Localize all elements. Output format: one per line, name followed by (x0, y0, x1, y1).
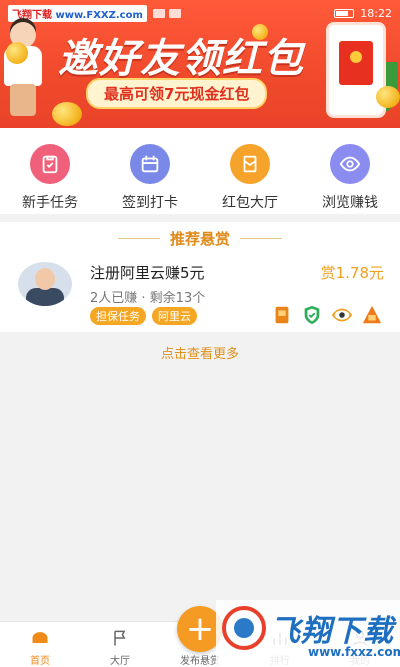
banner-title: 邀好友领红包 (58, 36, 304, 82)
nav-label: 红包大厅 (222, 195, 278, 211)
tag-aliyun: 阿里云 (152, 307, 197, 325)
task-tags: 担保任务 阿里云 (90, 307, 197, 325)
tab-hall[interactable]: 大厅 (80, 622, 160, 667)
character-illustration (0, 18, 52, 118)
eye-badge-icon (330, 304, 354, 326)
phone-red-packet-illustration (326, 22, 386, 118)
nav-checkin[interactable]: 签到打卡 (100, 128, 200, 214)
section-header: 推荐悬赏 (0, 222, 400, 254)
nav-label: 浏览赚钱 (322, 195, 378, 211)
nav-newbie-tasks[interactable]: 新手任务 (0, 128, 100, 214)
divider (117, 237, 160, 239)
watermark: 飞翔下载 www.fxxz.com (216, 600, 400, 667)
tab-label: 大厅 (110, 656, 130, 667)
avatar (18, 262, 72, 306)
shield-badge-icon (300, 304, 324, 326)
red-packet-icon (230, 144, 270, 184)
battery-icon (334, 8, 355, 18)
coin-icon (52, 102, 82, 126)
view-more-link[interactable]: 点击查看更多 (0, 343, 400, 362)
eye-icon (330, 144, 370, 184)
task-card[interactable]: 注册阿里云赚5元 赏1.78元 2人已赚 · 剩余13个 担保任务 阿里云 (0, 254, 400, 332)
nav-label: 新手任务 (22, 195, 78, 211)
nav-browse-earn[interactable]: 浏览赚钱 (300, 128, 400, 214)
divider (240, 237, 282, 239)
watermark-brand: 飞翔下载 (270, 614, 394, 649)
tab-label: 首页 (30, 656, 50, 667)
coin-icon (6, 42, 28, 64)
recommend-section: 推荐悬赏 注册阿里云赚5元 赏1.78元 2人已赚 · 剩余13个 担保任务 阿… (0, 222, 400, 332)
task-reward: 赏1.78元 (320, 264, 384, 282)
tag-guaranteed: 担保任务 (90, 307, 146, 325)
watermark-url: www.fxxz.com (308, 645, 400, 659)
top-badge-icon (360, 304, 384, 326)
clipboard-check-icon (30, 144, 70, 184)
task-title: 注册阿里云赚5元 (90, 264, 205, 282)
task-badges (270, 304, 384, 326)
tab-home[interactable]: 首页 (0, 622, 80, 667)
cup-badge-icon (270, 304, 294, 326)
coin-icon (376, 86, 400, 108)
quick-nav: 新手任务 签到打卡 红包大厅 浏览赚钱 (0, 128, 400, 214)
banner-subtitle: 最高可领7元现金红包 (86, 78, 268, 109)
home-icon (32, 632, 48, 643)
section-title: 推荐悬赏 (169, 229, 230, 248)
task-meta: 2人已赚 · 剩余13个 (90, 291, 206, 306)
nav-red-packet-hall[interactable]: 红包大厅 (200, 128, 300, 214)
calendar-icon (130, 144, 170, 184)
notification-icons (152, 8, 181, 18)
watermark-logo-icon (222, 606, 266, 650)
flag-icon (114, 630, 126, 646)
status-time: 18:22 (360, 6, 392, 20)
promo-banner[interactable]: 飞翔下载 www.FXXZ.com 18:22 邀好友领红包 最高可领7元现金红… (0, 0, 400, 128)
nav-label: 签到打卡 (122, 195, 178, 211)
